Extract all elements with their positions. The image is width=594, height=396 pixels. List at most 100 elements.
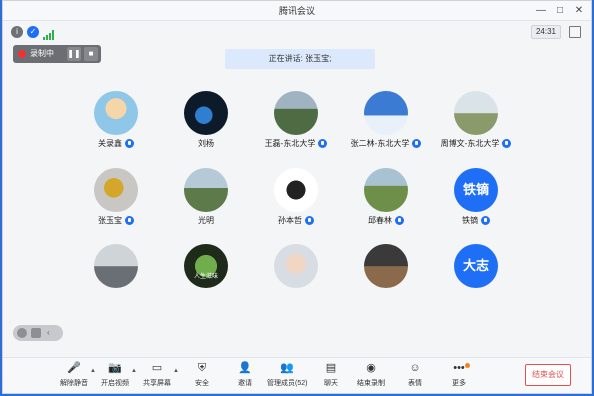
recording-label: 录制中 bbox=[30, 49, 54, 58]
participant-name: 刘杨 bbox=[198, 139, 214, 148]
toolbar-label: 邀请 bbox=[238, 380, 252, 387]
toolbar-label: 安全 bbox=[195, 380, 209, 387]
avatar bbox=[364, 91, 408, 135]
shield-icon: ⛨ bbox=[197, 362, 207, 374]
participant-name-row: 孙本哲 bbox=[251, 215, 341, 226]
share-screen-button[interactable]: ▭ 共享屏幕 ▲ bbox=[137, 361, 179, 391]
participant-tile[interactable]: 铁镝 铁镝 bbox=[431, 168, 521, 230]
mic-icon bbox=[395, 216, 404, 226]
participant-name: 孙本哲 bbox=[278, 216, 302, 225]
toolbar-label: 结束录制 bbox=[357, 380, 385, 387]
participant-name: 张玉宝 bbox=[98, 216, 122, 225]
meeting-timer: 24:31 bbox=[531, 25, 561, 39]
emoji-icon: ☺ bbox=[409, 362, 421, 374]
more-button[interactable]: ••• 更多 bbox=[439, 361, 479, 391]
avatar bbox=[274, 91, 318, 135]
notification-dot bbox=[465, 363, 470, 368]
avatar bbox=[184, 91, 228, 135]
toolbar-label: 聊天 bbox=[324, 380, 338, 387]
participant-tile[interactable] bbox=[341, 244, 431, 306]
avatar-initials: 大志 bbox=[454, 244, 498, 288]
participant-name: 王磊-东北大学 bbox=[264, 139, 316, 148]
toolbar-label: 更多 bbox=[452, 380, 466, 387]
maximize-icon[interactable]: □ bbox=[552, 3, 568, 19]
info-bar: i ✓ 24:31 bbox=[3, 22, 591, 42]
avatar: 铁镝 bbox=[454, 168, 498, 212]
camera-off-icon: 📷 bbox=[108, 362, 122, 374]
camera-off-button[interactable]: 📷 开启视频 ▲ bbox=[95, 361, 137, 391]
stop-recording-button[interactable]: ■ bbox=[84, 47, 98, 61]
avatar: 人生滋味 bbox=[184, 244, 228, 288]
avatar: 大志 bbox=[454, 244, 498, 288]
more-icon: ••• bbox=[453, 362, 465, 374]
participant-tile[interactable]: 周博文-东北大学 bbox=[431, 91, 521, 153]
end-meeting-button[interactable]: 结束会议 bbox=[525, 364, 571, 386]
chat-toggle[interactable]: ‹ bbox=[13, 325, 63, 341]
mic-icon bbox=[318, 139, 328, 149]
mic-muted-icon: 🎤 bbox=[67, 362, 81, 374]
participant-tile[interactable]: 关录鑫 bbox=[71, 91, 161, 153]
toolbar-label: 表情 bbox=[408, 380, 422, 387]
shield-icon[interactable]: ✓ bbox=[27, 26, 39, 38]
avatar bbox=[364, 168, 408, 212]
participant-name-row: 铁镝 bbox=[431, 215, 521, 226]
participant-tile[interactable]: 孙本哲 bbox=[251, 168, 341, 230]
pause-recording-button[interactable]: ❚❚ bbox=[67, 47, 81, 61]
avatar bbox=[94, 91, 138, 135]
avatar bbox=[454, 91, 498, 135]
chat-icon: ▤ bbox=[325, 362, 337, 374]
chat-button[interactable]: ▤ 聊天 bbox=[311, 361, 351, 391]
emoji-button[interactable]: ☺ 表情 bbox=[395, 361, 435, 391]
avatar-caption: 人生滋味 bbox=[193, 274, 218, 280]
signal-icon[interactable] bbox=[43, 27, 55, 40]
participant-tile[interactable] bbox=[251, 244, 341, 306]
participant-tile[interactable]: 王磊-东北大学 bbox=[251, 91, 341, 153]
toolbar-label: 共享屏幕 bbox=[143, 380, 171, 387]
toolbar-label: 开启视频 bbox=[101, 380, 129, 387]
close-icon[interactable]: ✕ bbox=[571, 3, 587, 19]
invite-button[interactable]: 👤 邀请 bbox=[225, 361, 265, 391]
window-title: 腾讯会议 bbox=[278, 6, 315, 16]
avatar bbox=[94, 168, 138, 212]
participant-tile[interactable] bbox=[71, 244, 161, 306]
minimize-icon[interactable]: — bbox=[533, 3, 549, 19]
shield-button[interactable]: ⛨ 安全 bbox=[182, 361, 222, 391]
avatar bbox=[184, 168, 228, 212]
participant-tile[interactable]: 张玉宝 bbox=[71, 168, 161, 230]
avatar-initials: 铁镝 bbox=[454, 168, 498, 212]
participant-tile[interactable]: 大志 bbox=[431, 244, 521, 306]
mic-muted-button[interactable]: 🎤 解除静音 ▲ bbox=[54, 361, 96, 391]
mic-icon bbox=[125, 139, 134, 149]
avatar bbox=[274, 244, 318, 288]
members-button[interactable]: 👥 管理成员(52) bbox=[267, 361, 307, 391]
members-icon: 👥 bbox=[280, 362, 294, 374]
share-screen-icon: ▭ bbox=[151, 362, 163, 374]
chevron-left-icon: ‹ bbox=[47, 328, 50, 337]
participant-name-row: 光明 bbox=[161, 215, 251, 226]
avatar bbox=[94, 244, 138, 288]
participant-name-row: 张玉宝 bbox=[71, 215, 161, 226]
participant-tile[interactable]: 刘杨 bbox=[161, 91, 251, 153]
stop-record-button[interactable]: ◉ 结束录制 bbox=[351, 361, 391, 391]
participant-name: 周博文-东北大学 bbox=[440, 139, 500, 148]
participant-name: 光明 bbox=[198, 216, 214, 225]
mic-icon bbox=[125, 216, 134, 226]
participant-tile[interactable]: 人生滋味 bbox=[161, 244, 251, 306]
participant-tile[interactable]: 光明 bbox=[161, 168, 251, 230]
participant-name-row: 关录鑫 bbox=[71, 138, 161, 149]
meeting-window: 腾讯会议 — □ ✕ i ✓ 24:31 录制中 ❚❚ ■ 正在讲话: 张玉宝;… bbox=[2, 0, 592, 394]
participant-name: 邱春林 bbox=[368, 216, 392, 225]
participant-tile[interactable]: 邱春林 bbox=[341, 168, 431, 230]
toolbar-label: 管理成员(52) bbox=[267, 380, 308, 387]
participant-name-row: 刘杨 bbox=[161, 138, 251, 149]
recording-dot-icon bbox=[18, 50, 26, 58]
speaking-indicator: 正在讲话: 张玉宝; bbox=[225, 49, 375, 69]
fullscreen-icon[interactable] bbox=[569, 26, 581, 38]
avatar bbox=[274, 168, 318, 212]
mic-icon bbox=[502, 139, 512, 149]
chevron-up-icon[interactable]: ▲ bbox=[173, 368, 179, 374]
participant-name: 铁镝 bbox=[462, 216, 478, 225]
info-icon[interactable]: i bbox=[11, 26, 23, 38]
participant-tile[interactable]: 张二林-东北大学 bbox=[341, 91, 431, 153]
toolbar-label: 解除静音 bbox=[60, 380, 88, 387]
